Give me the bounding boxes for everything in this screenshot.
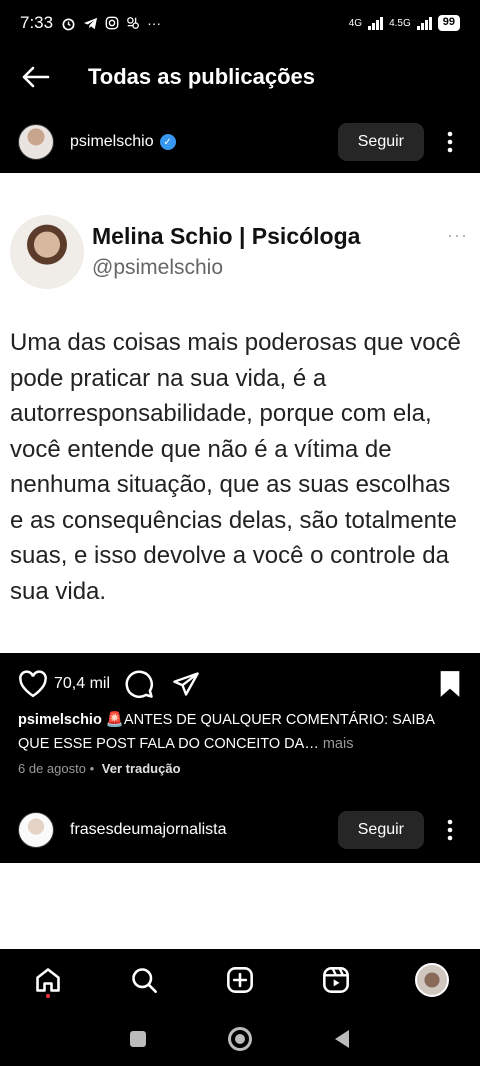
network-label-2: 4.5G xyxy=(389,17,411,29)
nav-home[interactable] xyxy=(24,956,72,1004)
instagram-icon xyxy=(105,16,119,30)
status-time: 7:33 xyxy=(20,13,54,32)
app-icon xyxy=(127,17,139,29)
profile-avatar xyxy=(415,963,449,997)
square-icon[interactable] xyxy=(129,1030,147,1048)
post-meta: 6 de agosto • Ver tradução xyxy=(18,761,181,776)
nav-profile[interactable] xyxy=(408,956,456,1004)
avatar[interactable] xyxy=(18,124,54,160)
avatar[interactable] xyxy=(18,812,54,848)
post2-header: frasesdeumajornalista Seguir xyxy=(0,800,480,860)
status-right: 4G 4.5G 99 xyxy=(349,15,460,31)
caption-username[interactable]: psimelschio xyxy=(18,712,102,728)
more-notifications-indicator: ··· xyxy=(147,15,162,31)
bottom-nav xyxy=(0,949,480,1011)
more-vertical-icon xyxy=(447,131,453,153)
share-button[interactable] xyxy=(172,670,200,698)
back-arrow-icon xyxy=(22,66,50,88)
comment-icon xyxy=(125,670,153,698)
search-icon xyxy=(132,968,157,993)
more-vertical-icon xyxy=(447,819,453,841)
reels-icon xyxy=(323,967,349,993)
meta-separator: • xyxy=(89,761,95,776)
signal-icon-2 xyxy=(416,16,432,30)
post-username-row[interactable]: psimelschio ✓ xyxy=(70,133,176,151)
notification-dot xyxy=(46,994,50,998)
telegram-icon xyxy=(84,17,98,29)
verified-icon: ✓ xyxy=(159,134,176,150)
status-bar: 7:33 ··· 4G 4.5G 99 xyxy=(0,0,480,46)
post-image[interactable]: Melina Schio | Psicóloga @psimelschio ··… xyxy=(0,173,480,653)
tweet-avatar xyxy=(10,215,84,289)
tweet-more-icon: ··· xyxy=(447,225,468,245)
back-button[interactable] xyxy=(0,46,70,108)
share-icon xyxy=(173,672,199,696)
system-nav xyxy=(0,1011,480,1066)
follow-button-2[interactable]: Seguir xyxy=(337,811,424,849)
tweet-author-name: Melina Schio | Psicóloga xyxy=(92,223,361,249)
comment-button[interactable] xyxy=(124,669,154,699)
bookmark-icon xyxy=(440,671,460,697)
follow-button[interactable]: Seguir xyxy=(337,123,424,161)
caption-more-link[interactable]: mais xyxy=(319,736,354,752)
like-button[interactable] xyxy=(18,670,48,698)
see-translation-link[interactable]: Ver tradução xyxy=(102,761,181,776)
more-options-button[interactable] xyxy=(438,130,462,154)
post-date: 6 de agosto xyxy=(18,761,86,776)
create-icon xyxy=(227,967,253,993)
post2-username[interactable]: frasesdeumajornalista xyxy=(70,821,227,839)
alarm-icon xyxy=(62,17,75,30)
signal-icon-1 xyxy=(368,16,384,30)
save-button[interactable] xyxy=(438,670,462,698)
post-username[interactable]: psimelschio xyxy=(70,133,154,151)
post-caption[interactable]: psimelschio 🚨ANTES DE QUALQUER COMENTÁRI… xyxy=(18,708,464,756)
circle-icon[interactable] xyxy=(227,1026,253,1052)
nav-search[interactable] xyxy=(120,956,168,1004)
notification-icons: ··· xyxy=(61,15,161,31)
nav-create[interactable] xyxy=(216,956,264,1004)
network-label-1: 4G xyxy=(348,17,363,29)
home-icon xyxy=(36,968,60,992)
tweet-author-handle: @psimelschio xyxy=(92,256,224,279)
post-actions: 70,4 mil xyxy=(0,664,480,704)
post-header: psimelschio ✓ Seguir xyxy=(0,112,480,172)
nav-reels[interactable] xyxy=(312,956,360,1004)
heart-icon xyxy=(19,670,47,698)
battery-icon: 99 xyxy=(437,15,460,31)
post2-image[interactable] xyxy=(0,863,480,949)
top-bar: Todas as publicações xyxy=(0,46,480,108)
more-options-button-2[interactable] xyxy=(438,818,462,842)
likes-count[interactable]: 70,4 mil xyxy=(54,675,110,693)
triangle-back-icon[interactable] xyxy=(333,1029,351,1049)
post2-username-row[interactable]: frasesdeumajornalista xyxy=(70,821,227,839)
page-title: Todas as publicações xyxy=(88,64,316,89)
tweet-text: Uma das coisas mais poderosas que você p… xyxy=(10,329,461,605)
status-left: 7:33 ··· xyxy=(20,13,161,33)
